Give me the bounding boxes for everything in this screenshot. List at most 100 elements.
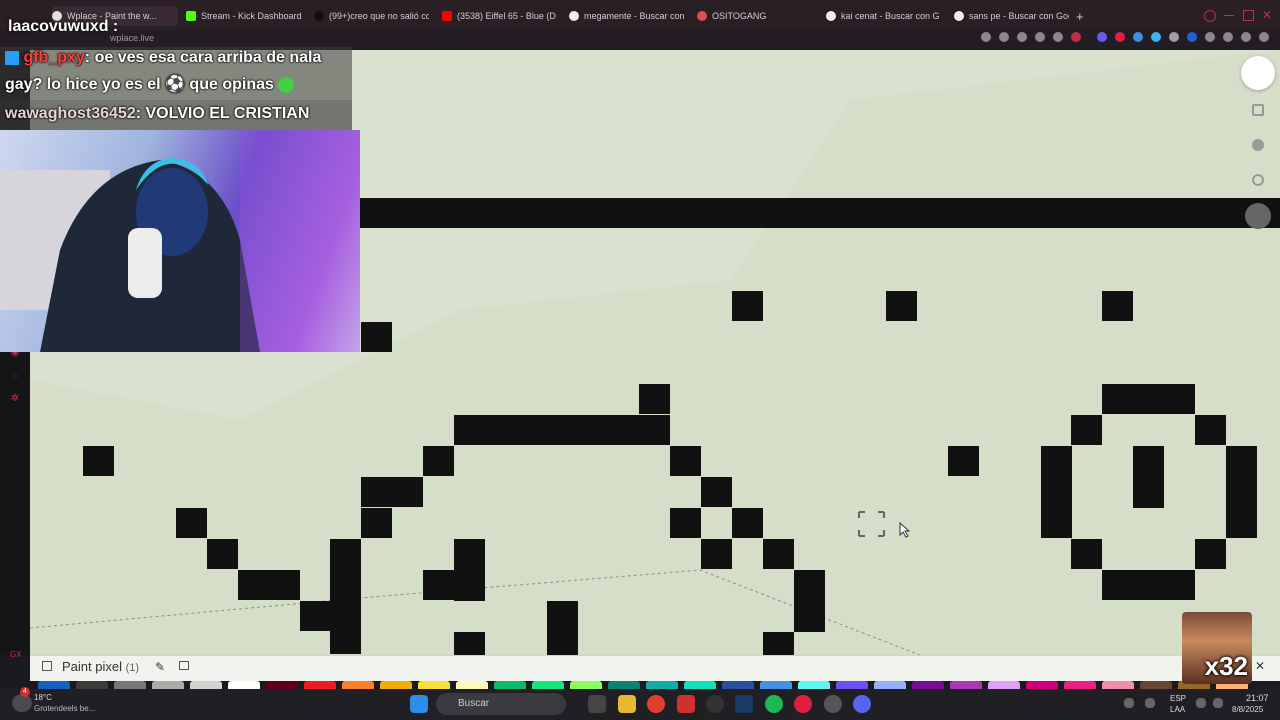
screenshot-icon[interactable] (999, 32, 1009, 42)
palette-swatch[interactable] (152, 681, 184, 689)
network-icon[interactable] (1196, 698, 1206, 708)
palette-swatch[interactable] (570, 681, 602, 689)
palette-swatch[interactable] (114, 681, 146, 689)
color-palette[interactable] (30, 681, 1280, 689)
puzzle-icon[interactable] (1205, 32, 1215, 42)
palette-swatch[interactable] (608, 681, 640, 689)
chat-icon[interactable]: ◌ (10, 372, 20, 382)
palette-swatch[interactable] (380, 681, 412, 689)
extension-icon[interactable] (1097, 32, 1107, 42)
palette-swatch[interactable] (494, 681, 526, 689)
tray-chevron-icon[interactable] (1124, 698, 1134, 708)
palette-swatch[interactable] (1026, 681, 1058, 689)
microphone-icon[interactable] (1145, 698, 1155, 708)
palette-swatch[interactable] (1102, 681, 1134, 689)
palette-swatch[interactable] (760, 681, 792, 689)
pixel-row (454, 415, 670, 445)
new-tab-button[interactable]: + (1076, 6, 1090, 26)
pixel (763, 539, 794, 569)
extension-icon[interactable] (1151, 32, 1161, 42)
close-button[interactable]: ✕ (1255, 659, 1265, 673)
palette-swatch[interactable] (76, 681, 108, 689)
lang-indicator-sub[interactable]: LAA (1170, 705, 1185, 714)
palette-swatch[interactable] (456, 681, 488, 689)
tab-tiktok[interactable]: (99+)creo que no salió co (314, 6, 429, 26)
tab-megamente[interactable]: megamente - Buscar con (569, 6, 684, 26)
discord-icon[interactable] (853, 695, 871, 713)
gear-icon[interactable]: ✲ (10, 394, 20, 404)
xbox-icon[interactable] (706, 695, 724, 713)
chat-username: gfb_pxy (23, 49, 85, 66)
extension-icon[interactable] (1169, 32, 1179, 42)
search-tabs-icon[interactable] (1204, 10, 1216, 22)
start-button[interactable] (410, 695, 428, 713)
store-icon[interactable] (1252, 104, 1264, 116)
google-icon (954, 11, 964, 21)
palette-swatch[interactable] (1140, 681, 1172, 689)
extension-icon[interactable] (1187, 32, 1197, 42)
palette-swatch[interactable] (228, 681, 260, 689)
taskbar-search[interactable]: Buscar (436, 693, 566, 715)
palette-toggle-icon[interactable] (179, 661, 189, 670)
heart-icon[interactable] (1071, 32, 1081, 42)
extension-icon[interactable] (1133, 32, 1143, 42)
palette-swatch[interactable] (684, 681, 716, 689)
tab-kai-cenat[interactable]: kai cenat - Buscar con G (826, 6, 941, 26)
user-avatar-button[interactable] (1241, 56, 1275, 90)
palette-swatch[interactable] (1064, 681, 1096, 689)
palette-swatch[interactable] (722, 681, 754, 689)
palette-swatch[interactable] (38, 681, 70, 689)
leaderboard-icon[interactable] (1245, 203, 1271, 229)
palette-swatch[interactable] (342, 681, 374, 689)
palette-swatch[interactable] (874, 681, 906, 689)
close-window-icon[interactable]: ✕ (1262, 8, 1272, 22)
chrome-icon[interactable] (647, 695, 665, 713)
palette-swatch[interactable] (988, 681, 1020, 689)
tab-sans-pe[interactable]: sans pe - Buscar con Goo (954, 6, 1069, 26)
clock-date[interactable]: 8/8/2025 (1232, 705, 1263, 714)
volume-icon[interactable] (1213, 698, 1223, 708)
palette-swatch[interactable] (798, 681, 830, 689)
tab-ositogang[interactable]: OSITOGANG (697, 6, 812, 26)
obs-icon[interactable] (824, 695, 842, 713)
palette-swatch[interactable] (836, 681, 868, 689)
minimize-icon[interactable] (1224, 15, 1234, 16)
clock-time[interactable]: 21:07 (1246, 693, 1269, 703)
weather-icon[interactable] (12, 694, 32, 712)
steam-icon[interactable] (735, 695, 753, 713)
task-view-icon[interactable] (588, 695, 606, 713)
translate-icon[interactable] (1035, 32, 1045, 42)
shield-icon[interactable] (1017, 32, 1027, 42)
play-icon[interactable] (1053, 32, 1063, 42)
tab-kick[interactable]: Stream - Kick Dashboard (186, 6, 301, 26)
extension-icon[interactable] (1115, 32, 1125, 42)
bookmark-icon[interactable] (981, 32, 991, 42)
search-icon[interactable] (1252, 174, 1264, 186)
windows-taskbar: 4 18°C Grotendeels be... ESP LAA 21:07 8… (0, 687, 1280, 720)
pencil-icon[interactable]: ✎ (155, 660, 165, 674)
group-icon[interactable] (1252, 139, 1264, 151)
palette-swatch[interactable] (950, 681, 982, 689)
palette-swatch[interactable] (912, 681, 944, 689)
opera-gx-icon[interactable] (794, 695, 812, 713)
file-explorer-icon[interactable] (618, 695, 636, 713)
gx-icon[interactable]: GX (10, 650, 22, 660)
pixel (701, 477, 732, 507)
tab-youtube[interactable]: (3538) Eiffel 65 - Blue (D (442, 6, 557, 26)
profile-icon[interactable] (1223, 32, 1233, 42)
palette-swatch[interactable] (266, 681, 298, 689)
palette-swatch[interactable] (304, 681, 336, 689)
palette-swatch[interactable] (532, 681, 564, 689)
spotify-icon[interactable] (765, 695, 783, 713)
palette-swatch[interactable] (646, 681, 678, 689)
download-icon[interactable] (1241, 32, 1251, 42)
app-icon[interactable] (677, 695, 695, 713)
lang-indicator[interactable]: ESP (1170, 694, 1186, 703)
palette-swatch[interactable] (190, 681, 222, 689)
tab-label: sans pe - Buscar con Goo (969, 11, 1069, 21)
chat-text: : VOLVIO EL CRISTIAN (135, 105, 310, 122)
palette-swatch[interactable] (418, 681, 450, 689)
expand-icon[interactable] (42, 661, 52, 671)
maximize-icon[interactable] (1243, 10, 1254, 21)
menu-icon[interactable] (1259, 32, 1269, 42)
